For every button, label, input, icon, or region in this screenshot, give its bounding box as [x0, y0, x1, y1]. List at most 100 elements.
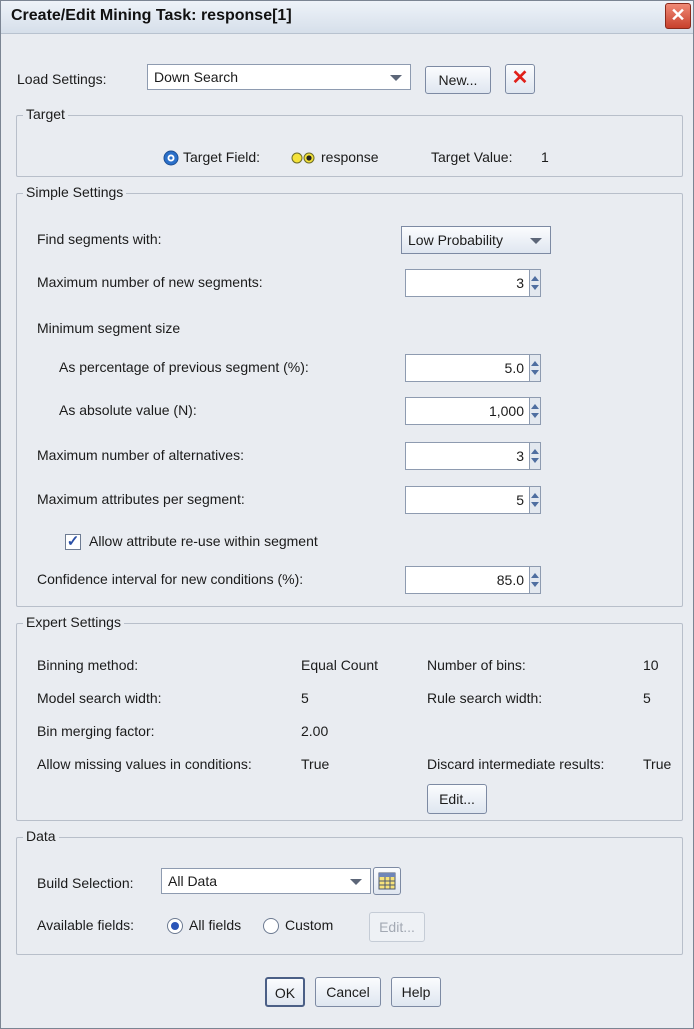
chevron-down-icon — [350, 879, 362, 885]
data-edit-button[interactable]: Edit... — [369, 912, 425, 942]
close-button[interactable]: ✕ — [665, 3, 691, 29]
find-segments-value: Low Probability — [408, 232, 503, 248]
ok-button[interactable]: OK — [265, 977, 305, 1007]
spin-down-icon[interactable] — [531, 502, 539, 507]
max-attributes-label: Maximum attributes per segment: — [37, 491, 245, 507]
spin-up-icon[interactable] — [531, 404, 539, 409]
rule-search-width-label: Rule search width: — [427, 690, 543, 706]
max-new-segments-label: Maximum number of new segments: — [37, 274, 263, 290]
spin-up-icon[interactable] — [531, 449, 539, 454]
available-fields-label: Available fields: — [37, 917, 135, 933]
target-value-label: Target Value: — [431, 149, 513, 165]
spin-buttons[interactable] — [529, 354, 541, 382]
target-group: Target Target Field: response Target Val… — [16, 106, 683, 177]
all-fields-label: All fields — [189, 917, 242, 933]
discard-results-label: Discard intermediate results: — [427, 756, 605, 772]
find-segments-select[interactable]: Low Probability — [401, 226, 551, 254]
allow-reuse-checkbox[interactable]: ✓ — [65, 534, 81, 550]
spin-down-icon[interactable] — [531, 413, 539, 418]
new-settings-button[interactable]: New... — [425, 66, 491, 94]
max-alternatives-stepper[interactable]: 3 — [405, 442, 551, 470]
data-group-title: Data — [23, 828, 59, 844]
data-group: Data Build Selection: All Data Available… — [16, 828, 683, 955]
target-group-title: Target — [23, 106, 68, 122]
delete-settings-button[interactable]: ✕ — [505, 64, 535, 94]
delete-x-icon: ✕ — [511, 67, 529, 89]
mining-task-dialog: Create/Edit Mining Task: response[1] ✕ L… — [0, 0, 694, 1029]
expert-settings-title: Expert Settings — [23, 614, 124, 630]
spin-buttons[interactable] — [529, 486, 541, 514]
confidence-stepper[interactable]: 85.0 — [405, 566, 551, 594]
spin-down-icon[interactable] — [531, 458, 539, 463]
spin-up-icon[interactable] — [531, 573, 539, 578]
expert-edit-button[interactable]: Edit... — [427, 784, 487, 814]
pct-previous-label: As percentage of previous segment (%): — [59, 359, 309, 375]
model-search-width-label: Model search width: — [37, 690, 162, 706]
spin-up-icon[interactable] — [531, 361, 539, 366]
build-selection-select[interactable]: All Data — [161, 868, 371, 894]
build-selection-picker-button[interactable] — [373, 867, 401, 895]
bin-merging-value: 2.00 — [301, 723, 329, 739]
number-of-bins-value: 10 — [643, 657, 659, 673]
allow-reuse-label: Allow attribute re-use within segment — [89, 533, 318, 549]
cancel-button[interactable]: Cancel — [315, 977, 381, 1007]
all-fields-radio[interactable] — [167, 918, 183, 934]
min-segment-size-label: Minimum segment size — [37, 320, 181, 336]
check-icon: ✓ — [66, 533, 80, 550]
max-attributes-stepper[interactable]: 5 — [405, 486, 551, 514]
discard-results-value: True — [643, 756, 672, 772]
pct-previous-input[interactable]: 5.0 — [405, 354, 529, 382]
title-bar: Create/Edit Mining Task: response[1] ✕ — [1, 1, 693, 34]
spin-up-icon[interactable] — [531, 493, 539, 498]
expert-settings-group: Expert Settings Binning method: Equal Co… — [16, 614, 683, 821]
spin-buttons[interactable] — [529, 566, 541, 594]
spin-buttons[interactable] — [529, 397, 541, 425]
spin-down-icon[interactable] — [531, 285, 539, 290]
confidence-label: Confidence interval for new conditions (… — [37, 571, 304, 587]
max-attributes-input[interactable]: 5 — [405, 486, 529, 514]
spin-buttons[interactable] — [529, 269, 541, 297]
number-of-bins-label: Number of bins: — [427, 657, 526, 673]
spin-down-icon[interactable] — [531, 582, 539, 587]
pct-previous-stepper[interactable]: 5.0 — [405, 354, 551, 382]
max-alternatives-input[interactable]: 3 — [405, 442, 529, 470]
binning-method-value: Equal Count — [301, 657, 379, 673]
simple-settings-group: Simple Settings Find segments with: Low … — [16, 184, 683, 607]
binning-method-label: Binning method: — [37, 657, 139, 673]
max-new-segments-input[interactable]: 3 — [405, 269, 529, 297]
find-segments-label: Find segments with: — [37, 231, 162, 247]
build-selection-value: All Data — [168, 873, 218, 889]
max-alternatives-label: Maximum number of alternatives: — [37, 447, 244, 463]
absolute-value-input[interactable]: 1,000 — [405, 397, 529, 425]
allow-missing-label: Allow missing values in conditions: — [37, 756, 252, 772]
custom-label: Custom — [285, 917, 334, 933]
target-value: 1 — [541, 149, 549, 165]
build-selection-label: Build Selection: — [37, 875, 134, 891]
model-search-width-value: 5 — [301, 690, 309, 706]
target-icon — [163, 150, 179, 166]
flag-field-icon — [291, 152, 315, 164]
load-settings-value: Down Search — [154, 69, 239, 85]
target-field-value: response — [321, 149, 379, 165]
table-picker-icon — [378, 872, 396, 890]
simple-settings-title: Simple Settings — [23, 184, 127, 200]
max-new-segments-stepper[interactable]: 3 — [405, 269, 551, 297]
radio-selected-dot — [171, 922, 179, 930]
custom-radio[interactable] — [263, 918, 279, 934]
chevron-down-icon — [530, 238, 542, 244]
bin-merging-label: Bin merging factor: — [37, 723, 155, 739]
confidence-input[interactable]: 85.0 — [405, 566, 529, 594]
rule-search-width-value: 5 — [643, 690, 651, 706]
absolute-value-label: As absolute value (N): — [59, 402, 197, 418]
load-settings-label: Load Settings: — [17, 71, 107, 87]
spin-down-icon[interactable] — [531, 370, 539, 375]
spin-up-icon[interactable] — [531, 276, 539, 281]
absolute-value-stepper[interactable]: 1,000 — [405, 397, 551, 425]
load-settings-select[interactable]: Down Search — [147, 64, 411, 90]
help-button[interactable]: Help — [391, 977, 441, 1007]
allow-missing-value: True — [301, 756, 330, 772]
spin-buttons[interactable] — [529, 442, 541, 470]
chevron-down-icon — [390, 75, 402, 81]
dialog-title: Create/Edit Mining Task: response[1] — [11, 7, 292, 24]
target-field-label: Target Field: — [183, 149, 261, 165]
